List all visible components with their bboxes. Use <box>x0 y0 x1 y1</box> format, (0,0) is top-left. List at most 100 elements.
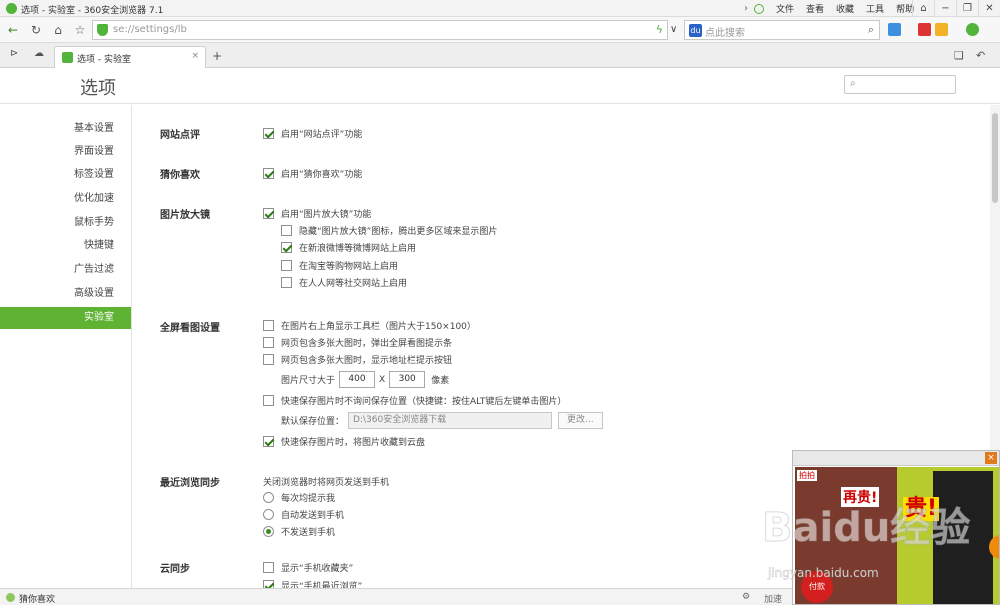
fullscreen-prompt-option[interactable]: 网页包含多张大图时，弹出全屏看图提示条 <box>263 335 452 349</box>
new-tab-button[interactable]: + <box>210 49 224 63</box>
folder-icon[interactable] <box>935 23 948 36</box>
menu-tools[interactable]: 工具 <box>866 2 884 15</box>
fullscreen-toolbar-checkbox[interactable] <box>263 319 274 331</box>
image-height-input[interactable]: 300 <box>389 371 426 388</box>
cloud-sync-mobile-favorites-checkbox[interactable] <box>263 561 274 573</box>
tab-close-icon[interactable]: × <box>191 51 199 61</box>
watermark-url: jingyan.baidu.com <box>768 566 879 581</box>
guess-status-icon[interactable] <box>6 593 15 602</box>
refresh-icon[interactable]: ↻ <box>27 21 45 39</box>
cloud-sync-mobile-favorites-label: 显示“手机收藏夹” <box>281 563 354 574</box>
recent-sync-ask-label: 每次均提示我 <box>281 493 336 504</box>
sidebar-toggle-icon[interactable]: ⊳ <box>10 48 18 59</box>
sidebar-item-mouse-gesture[interactable]: 鼠标手势 <box>0 212 131 234</box>
sidebar-item-lab[interactable]: 实验室 <box>0 307 131 329</box>
fullscreen-prompt-checkbox[interactable] <box>263 336 274 348</box>
recent-sync-auto-radio[interactable] <box>263 508 274 520</box>
magnifier-hide-icon-option[interactable]: 隐藏“图片放大镜”图标，腾出更多区域来显示图片 <box>281 223 497 237</box>
status-guess-text[interactable]: 猜你喜欢 <box>19 592 55 605</box>
speed-mode-icon[interactable]: ϟ <box>656 23 663 36</box>
cloud-icon[interactable]: ☁ <box>34 48 44 59</box>
guess-option[interactable]: 启用“猜你喜欢”功能 <box>263 166 362 180</box>
magnifier-renren-checkbox[interactable] <box>281 276 292 288</box>
guess-checkbox[interactable] <box>263 167 274 179</box>
magnifier-taobao-checkbox[interactable] <box>281 259 292 271</box>
save-path-label: 默认保存位置： <box>281 417 345 427</box>
page-header: 选项 ⌕ <box>0 68 1000 104</box>
cloud-save-checkbox[interactable] <box>263 435 274 447</box>
scrollbar-thumb[interactable] <box>992 113 998 203</box>
menu-view[interactable]: 查看 <box>806 2 824 15</box>
recent-sync-never-radio[interactable] <box>263 525 274 537</box>
fullscreen-prompt-label: 网页包含多张大图时，弹出全屏看图提示条 <box>281 338 453 349</box>
recent-sync-ask-radio[interactable] <box>263 491 274 503</box>
search-icon[interactable]: ⌕ <box>868 23 874 37</box>
recent-sync-auto-label: 自动发送到手机 <box>281 510 345 521</box>
fullscreen-addressbar-checkbox[interactable] <box>263 353 274 365</box>
address-bar[interactable]: se://settings/lb ϟ <box>92 20 668 40</box>
star-icon[interactable]: ☆ <box>71 21 89 39</box>
skin-button[interactable]: ⌂ <box>912 0 934 17</box>
back-arrow-icon[interactable]: ← <box>4 21 22 39</box>
chevron-down-icon[interactable]: ∨ <box>670 24 677 35</box>
cloud-sync-mobile-favorites-option[interactable]: 显示“手机收藏夹” <box>263 560 353 574</box>
quick-save-checkbox[interactable] <box>263 394 274 406</box>
recent-sync-auto-option[interactable]: 自动发送到手机 <box>263 507 344 521</box>
sidebar-item-basic[interactable]: 基本设置 <box>0 118 131 140</box>
site-review-option[interactable]: 启用“网站点评”功能 <box>263 126 362 140</box>
search-bar[interactable]: du 点此搜索 ⌕ <box>684 20 880 40</box>
quick-save-option[interactable]: 快速保存图片时不询问保存位置（快捷键：按住ALT键后左键单击图片） <box>263 393 566 407</box>
cloud-save-option[interactable]: 快速保存图片时，将图片收藏到云盘 <box>263 434 425 448</box>
site-review-checkbox[interactable] <box>263 127 274 139</box>
magnifier-hide-icon-checkbox[interactable] <box>281 224 292 236</box>
magnifier-checkbox[interactable] <box>263 207 274 219</box>
tab-options-lab[interactable]: 选项 - 实验室 × <box>54 46 206 68</box>
fullscreen-addressbar-option[interactable]: 网页包含多张大图时，显示地址栏提示按钮 <box>263 352 452 366</box>
sidebar-item-advanced[interactable]: 高级设置 <box>0 283 131 305</box>
settings-content: 网站点评 启用“网站点评”功能 猜你喜欢 启用“猜你喜欢”功能 图片放大镜 启用… <box>132 105 792 588</box>
close-window-button[interactable]: ✕ <box>978 0 1000 17</box>
magnifier-taobao-option[interactable]: 在淘宝等购物网站上启用 <box>281 258 398 272</box>
settings-status-icon[interactable]: ⚙ <box>742 592 750 602</box>
guard-icon[interactable] <box>966 23 979 36</box>
undo-close-icon[interactable]: ↶ <box>976 49 985 62</box>
apps-grid-icon[interactable] <box>888 23 901 36</box>
address-url[interactable]: se://settings/lb <box>113 24 187 35</box>
recent-sync-description-text: 关闭浏览器时将网页发送到手机 <box>263 477 390 488</box>
sidebar-item-tabs[interactable]: 标签设置 <box>0 164 131 186</box>
title-bar: 选项 - 实验室 - 360安全浏览器 7.1 › 文件 查看 收藏 工具 帮助… <box>0 0 1000 17</box>
chevron-right-icon[interactable]: › <box>744 3 748 14</box>
menu-file[interactable]: 文件 <box>776 2 794 15</box>
tab-favicon-icon <box>62 52 73 63</box>
recent-sync-never-option[interactable]: 不发送到手机 <box>263 524 335 538</box>
image-width-input[interactable]: 400 <box>339 371 376 388</box>
save-path-field[interactable]: D:\360安全浏览器下载 <box>348 412 553 429</box>
magnifier-weibo-option[interactable]: 在新浪微博等微博网站上启用 <box>281 240 416 254</box>
magnifier-renren-option[interactable]: 在人人网等社交网站上启用 <box>281 275 407 289</box>
sidebar-item-interface[interactable]: 界面设置 <box>0 141 131 163</box>
extension-icon[interactable] <box>918 23 931 36</box>
search-input[interactable]: 点此搜索 <box>705 24 745 39</box>
tab-list-icon[interactable]: ❏ <box>954 49 964 62</box>
speed-status-text[interactable]: 加速 <box>764 592 782 605</box>
options-search-input[interactable]: ⌕ <box>844 75 956 94</box>
sidebar-item-adblock[interactable]: 广告过滤 <box>0 259 131 281</box>
magnifier-option[interactable]: 启用“图片放大镜”功能 <box>263 206 371 220</box>
menu-favorites[interactable]: 收藏 <box>836 2 854 15</box>
home-icon[interactable]: ⌂ <box>49 21 67 39</box>
cloud-sync-mobile-recent-checkbox[interactable] <box>263 579 274 588</box>
ad-close-icon[interactable]: × <box>985 452 997 464</box>
recent-sync-ask-option[interactable]: 每次均提示我 <box>263 490 335 504</box>
minimize-button[interactable]: − <box>934 0 956 17</box>
fullscreen-toolbar-option[interactable]: 在图片右上角显示工具栏（图片大于150×100） <box>263 318 476 332</box>
magnifier-label: 启用“图片放大镜”功能 <box>281 209 372 220</box>
magnifier-weibo-checkbox[interactable] <box>281 241 292 253</box>
maximize-button[interactable]: ❐ <box>956 0 978 17</box>
cloud-sync-mobile-recent-option[interactable]: 显示“手机最近浏览” <box>263 578 362 588</box>
change-path-button[interactable]: 更改... <box>558 412 603 429</box>
recent-sync-description: 关闭浏览器时将网页发送到手机 <box>263 474 389 488</box>
sidebar-item-shortcuts[interactable]: 快捷键 <box>0 235 131 257</box>
tab-bar: ⊳ ☁ 选项 - 实验室 × + ❏ ↶ <box>0 43 1000 68</box>
sidebar-item-optimize[interactable]: 优化加速 <box>0 188 131 210</box>
user-icon[interactable] <box>754 3 764 14</box>
